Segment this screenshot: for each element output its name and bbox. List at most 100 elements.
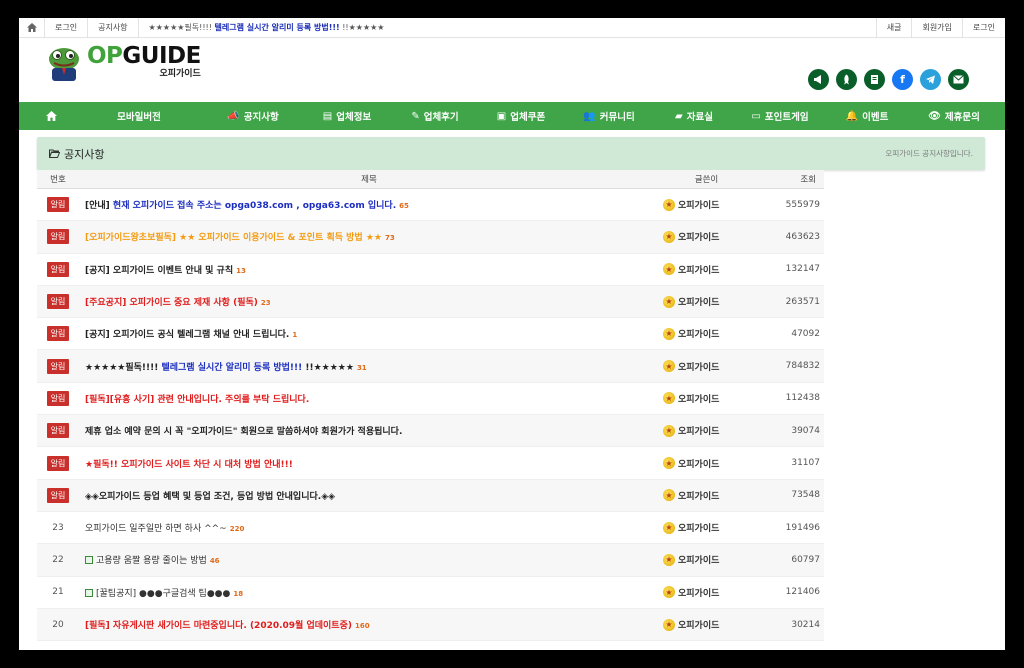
col-views[interactable]: 조회 — [754, 173, 824, 185]
table-row[interactable]: 알림 [공지] 오피가이드 이벤트 안내 및 규칙 13 ★ 오피가이드 132147 — [37, 254, 824, 286]
nav-coupons[interactable]: ▣ 업체쿠폰 — [477, 109, 565, 124]
social-icons: f — [808, 69, 969, 90]
post-title[interactable]: 오피가이드 일주일만 하면 하사 ^^~ — [85, 524, 227, 534]
post-author[interactable]: ★ 오피가이드 — [659, 553, 754, 566]
facebook-icon[interactable]: f — [892, 69, 913, 90]
nav-reviews[interactable]: ✎ 업체후기 — [393, 109, 477, 124]
table-row[interactable]: 알림 [필독][유흥 사기] 관련 안내입니다. 주의를 부탁 드립니다. ★ 오피가… — [37, 383, 824, 416]
megaphone-icon[interactable] — [808, 69, 829, 90]
post-subject[interactable]: [필독] 자유게시판 새가이드 마련중입니다. (2020.09월 업데이트중)… — [79, 618, 659, 631]
table-row[interactable]: 21 [꿀팁공지] ●●●구글검색 팁●●● 18 ★ 오피가이드 121406 — [37, 577, 824, 609]
level-star-icon: ★ — [663, 521, 675, 534]
view-count: 784832 — [785, 361, 820, 372]
book-icon[interactable] — [864, 69, 885, 90]
post-title[interactable]: [꿀팁공지] ●●●구글검색 팁●●● — [96, 589, 230, 599]
nav-community-label: 커뮤니티 — [599, 112, 635, 123]
login-link[interactable]: 로그인 — [961, 18, 1005, 38]
table-row[interactable]: 20 [필독] 자유게시판 새가이드 마련중입니다. (2020.09월 업데이트… — [37, 608, 824, 642]
notice-badge: 알림 — [46, 358, 70, 374]
post-subject[interactable]: [꿀팁공지] ●●●구글검색 팁●●● 18 — [79, 586, 659, 599]
post-subject[interactable]: [공지] 오피가이드 공식 텔레그램 채널 안내 드립니다. 1 — [79, 327, 659, 340]
post-author[interactable]: ★ 오피가이드 — [659, 392, 754, 405]
post-author[interactable]: ★ 오피가이드 — [659, 327, 754, 340]
post-subject[interactable]: 오피가이드 일주일만 하면 하사 ^^~ 220 — [79, 521, 659, 534]
table-row[interactable]: 알림 [공지] 오피가이드 공식 텔레그램 채널 안내 드립니다. 1 ★ 오피가이드 4… — [37, 318, 824, 351]
post-title[interactable]: 텔레그램 실시간 알리미 등록 방법!!! — [161, 363, 302, 373]
table-row[interactable]: 23 오피가이드 일주일만 하면 하사 ^^~ 220 ★ 오피가이드 191496 — [37, 512, 824, 545]
post-title[interactable]: [필독][유흥 사기] 관련 안내입니다. 주의를 부탁 드립니다. — [85, 395, 309, 405]
nav-events[interactable]: 🔔 이벤트 — [825, 109, 909, 124]
col-number[interactable]: 번호 — [37, 173, 79, 185]
post-title[interactable]: 고용량 움짤 용량 줄이는 방법 — [96, 556, 207, 566]
telegram-icon[interactable] — [920, 69, 941, 90]
post-author[interactable]: ★ 오피가이드 — [659, 586, 754, 599]
post-subject[interactable]: [오피가이드왕초보필독] ★★ 오피가이드 이용가이드 & 포인트 획득 방법 … — [79, 230, 659, 243]
nav-partnership[interactable]: 👁 제휴문의 — [909, 109, 999, 124]
nav-notice[interactable]: 📣 공지사항 — [205, 109, 301, 124]
post-subject[interactable]: ★필독!! 오피가이드 사이트 차단 시 대처 방법 안내!!! — [79, 457, 659, 470]
notice-badge: 알림 — [46, 326, 70, 342]
table-row[interactable]: 알림 [안내] 현재 오피가이드 접속 주소는 opga038.com , opg… — [37, 189, 824, 222]
post-title[interactable]: [주요공지] 오피가이드 중요 제재 사항 (필독) — [85, 298, 258, 308]
post-title[interactable]: [공지] 오피가이드 이벤트 안내 및 규칙 — [85, 266, 233, 276]
nav-community[interactable]: 👥 커뮤니티 — [565, 109, 653, 124]
table-row[interactable]: 알림 [오피가이드왕초보필독] ★★ 오피가이드 이용가이드 & 포인트 획득 방… — [37, 221, 824, 254]
post-subject[interactable]: [공지] 오피가이드 이벤트 안내 및 규칙 13 — [79, 263, 659, 276]
post-author[interactable]: ★ 오피가이드 — [659, 457, 754, 470]
post-author[interactable]: ★ 오피가이드 — [659, 230, 754, 243]
post-author[interactable]: ★ 오피가이드 — [659, 424, 754, 437]
table-row[interactable]: 22 고용량 움짤 용량 줄이는 방법 46 ★ 오피가이드 60797 — [37, 544, 824, 577]
post-subject[interactable]: [주요공지] 오피가이드 중요 제재 사항 (필독) 23 — [79, 295, 659, 308]
signup-link[interactable]: 회원가입 — [911, 18, 961, 38]
post-subject[interactable]: 고용량 움짤 용량 줄이는 방법 46 — [79, 553, 659, 566]
nav-mobile[interactable]: 모바일버전 — [73, 109, 205, 123]
table-row[interactable]: 알림 제휴 업소 예약 문의 시 꼭 "오피가이드" 회원으로 말씀하셔야 회원가… — [37, 415, 824, 448]
post-author[interactable]: ★ 오피가이드 — [659, 263, 754, 276]
nav-company-info[interactable]: ▤ 업체정보 — [301, 109, 393, 124]
post-title[interactable]: [공지] 오피가이드 공식 텔레그램 채널 안내 드립니다. — [85, 330, 289, 340]
home-icon[interactable] — [19, 18, 45, 38]
post-subject[interactable]: [필독][유흥 사기] 관련 안내입니다. 주의를 부탁 드립니다. — [79, 392, 659, 405]
post-author[interactable]: ★ 오피가이드 — [659, 489, 754, 502]
author-name: 오피가이드 — [678, 427, 720, 438]
post-title[interactable]: [필독] 자유게시판 새가이드 마련중입니다. (2020.09월 업데이트중) — [85, 621, 352, 631]
post-subject[interactable]: ◈◈오피가이드 등업 혜택 및 등업 조건, 등업 방법 안내입니다.◈◈ — [79, 489, 659, 502]
nav-reviews-label: 업체후기 — [423, 112, 459, 123]
post-title[interactable]: ★필독!! 오피가이드 사이트 차단 시 대처 방법 안내!!! — [85, 460, 293, 470]
post-subject[interactable]: 제휴 업소 예약 문의 시 꼭 "오피가이드" 회원으로 말씀하셔야 회원가가 … — [79, 424, 659, 437]
mail-icon[interactable] — [948, 69, 969, 90]
post-title[interactable]: [오피가이드왕초보필독] ★★ 오피가이드 이용가이드 & 포인트 획득 방법 … — [85, 233, 382, 243]
post-prefix: [안내] — [85, 201, 113, 212]
row-number: 알림 — [37, 487, 79, 503]
nav-archive[interactable]: ▰ 자료실 — [653, 109, 735, 124]
row-number: 22 — [37, 555, 79, 565]
post-subject[interactable]: [안내] 현재 오피가이드 접속 주소는 opga038.com , opga6… — [79, 198, 659, 211]
nav-home-icon[interactable] — [29, 111, 73, 121]
post-author[interactable]: ★ 오피가이드 — [659, 295, 754, 308]
site-logo[interactable]: OPGUIDE 오피가이드 — [45, 44, 201, 81]
post-title[interactable]: 제휴 업소 예약 문의 시 꼭 "오피가이드" 회원으로 말씀하셔야 회원가가 … — [85, 427, 402, 437]
post-title[interactable]: 현재 오피가이드 접속 주소는 opga038.com , opga63.com… — [113, 201, 396, 211]
nav-notice-label: 공지사항 — [243, 112, 279, 123]
table-row[interactable]: 19[★업체필독★] 제휴 관련 안내사항입니다.★오피가이드36762 — [37, 641, 824, 650]
table-row[interactable]: 알림 ◈◈오피가이드 등업 혜택 및 등업 조건, 등업 방법 안내입니다.◈◈ ★… — [37, 479, 824, 512]
table-row[interactable]: 알림 [주요공지] 오피가이드 중요 제재 사항 (필독) 23 ★ 오피가이드 2635… — [37, 285, 824, 319]
post-author[interactable]: ★ 오피가이드 — [659, 618, 754, 631]
nav-point-game[interactable]: ▭ 포인트게임 — [735, 109, 825, 124]
new-posts-link[interactable]: 새글 — [875, 18, 912, 38]
post-author[interactable]: ★ 오피가이드 — [659, 521, 754, 534]
top-notice-link[interactable]: 공지사항 — [88, 18, 139, 38]
post-author[interactable]: ★ 오피가이드 — [659, 198, 754, 211]
table-row[interactable]: 알림 ★필독!! 오피가이드 사이트 차단 시 대처 방법 안내!!! ★ 오피가이드… — [37, 447, 824, 480]
notice-badge: 알림 — [46, 294, 70, 310]
row-number: 20 — [37, 620, 79, 630]
rocket-icon[interactable] — [836, 69, 857, 90]
site-header: OPGUIDE 오피가이드 f — [19, 38, 1005, 102]
author-name: 오피가이드 — [678, 265, 720, 276]
notice-ticker[interactable]: ★★★★★필독!!!! 텔레그램 실시간 알리미 등록 방법!!! !!★★★★… — [139, 22, 385, 33]
post-title[interactable]: ◈◈오피가이드 등업 혜택 및 등업 조건, 등업 방법 안내입니다.◈◈ — [85, 492, 335, 502]
post-author[interactable]: ★ 오피가이드 — [659, 360, 754, 373]
post-subject[interactable]: ★★★★★필독!!!! 텔레그램 실시간 알리미 등록 방법!!! !!★★★★… — [79, 360, 659, 373]
top-login-link[interactable]: 로그인 — [45, 18, 89, 38]
table-row[interactable]: 알림 ★★★★★필독!!!! 텔레그램 실시간 알리미 등록 방법!!! !!★★… — [37, 350, 824, 383]
